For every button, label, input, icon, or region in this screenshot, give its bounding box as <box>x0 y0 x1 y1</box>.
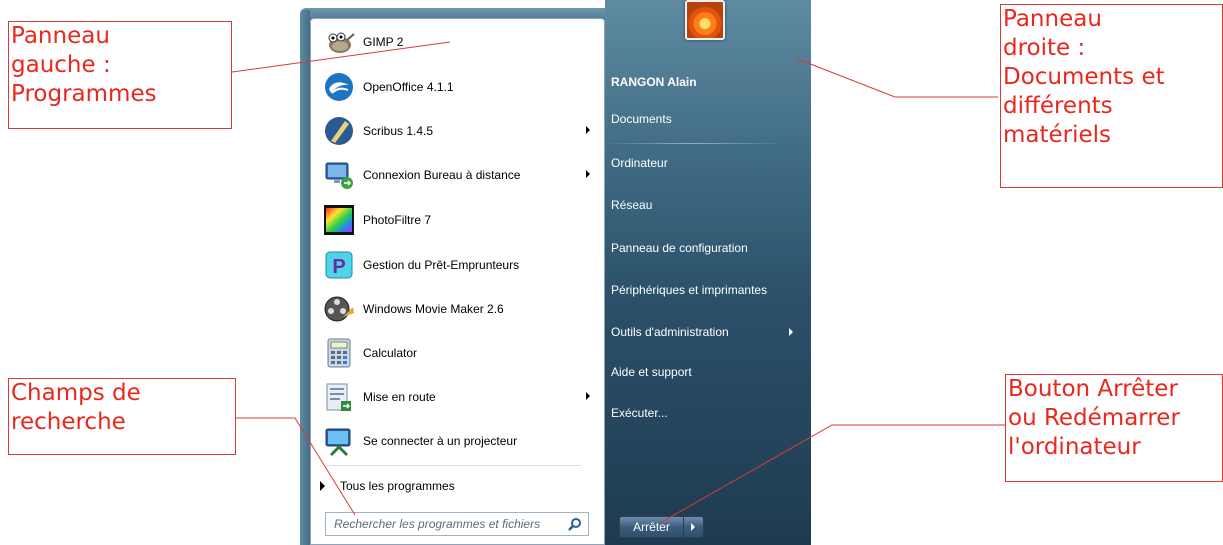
remote-desktop-icon <box>325 162 353 189</box>
shutdown-options-button[interactable] <box>684 516 704 538</box>
right-item-ordinateur[interactable]: Ordinateur <box>611 148 799 178</box>
movie-maker-icon <box>324 296 354 322</box>
expand-arrow-icon <box>320 481 325 491</box>
program-photofiltre[interactable]: PhotoFiltre 7 <box>315 200 600 240</box>
right-item-label: Périphériques et imprimantes <box>611 283 768 297</box>
all-programs-button[interactable]: Tous les programmes <box>320 473 455 499</box>
left-panel-separator <box>326 465 581 466</box>
right-item-label: Documents <box>611 112 672 126</box>
program-projector[interactable]: Se connecter à un projecteur <box>315 421 600 461</box>
right-item-executer[interactable]: Exécuter... <box>611 398 799 428</box>
annotation-shutdown: Bouton Arrêter ou Redémarrer l'ordinateu… <box>1005 374 1223 482</box>
program-label: Scribus 1.4.5 <box>363 124 434 138</box>
annotation-line: Panneau <box>1003 6 1102 32</box>
program-label: Se connecter à un projecteur <box>363 434 518 448</box>
getting-started-icon <box>326 383 351 411</box>
right-panel-separator <box>610 143 775 144</box>
right-item-reseau[interactable]: Réseau <box>611 190 799 220</box>
search-placeholder: Rechercher les programmes et fichiers <box>334 517 541 531</box>
submenu-arrow-icon <box>586 126 590 134</box>
annotation-line: différents <box>1003 93 1113 119</box>
svg-text:P: P <box>332 256 345 278</box>
shutdown-control: Arrêter <box>619 516 720 538</box>
annotation-line: Champs de <box>11 380 141 406</box>
right-item-panneau-configuration[interactable]: Panneau de configuration <box>611 233 799 263</box>
calculator-icon <box>327 338 351 368</box>
right-item-label: Panneau de configuration <box>611 241 748 255</box>
user-picture[interactable] <box>685 0 725 40</box>
right-item-label: Outils d'administration <box>611 325 729 339</box>
annotation-line: matériels <box>1003 122 1112 148</box>
annotation-line: Panneau <box>11 23 110 49</box>
start-menu-frame-left <box>300 10 310 545</box>
annotation-line: gauche : <box>11 52 111 78</box>
program-label: PhotoFiltre 7 <box>363 213 432 227</box>
annotation-line: Documents et <box>1003 64 1165 90</box>
annotation-line: droite : <box>1003 35 1086 61</box>
scribus-icon <box>325 117 353 145</box>
submenu-arrow-icon <box>586 392 590 400</box>
gimp-icon <box>328 32 355 53</box>
program-label: Windows Movie Maker 2.6 <box>363 302 504 316</box>
openoffice-icon <box>325 73 353 101</box>
all-programs-label: Tous les programmes <box>340 479 455 493</box>
submenu-arrow-icon <box>789 328 793 336</box>
program-gimp[interactable]: GIMP 2 <box>315 22 600 62</box>
right-item-peripheriques[interactable]: Périphériques et imprimantes <box>611 275 799 305</box>
annotation-right-panel: Panneau droite : Documents et différents… <box>1000 4 1223 188</box>
program-label: Mise en route <box>363 390 436 404</box>
program-movie-maker[interactable]: Windows Movie Maker 2.6 <box>315 289 600 329</box>
program-pret-emprunteurs[interactable]: P Gestion du Prêt-Emprunteurs <box>315 245 600 285</box>
right-item-documents[interactable]: Documents <box>611 104 799 134</box>
right-item-label: Réseau <box>611 198 653 212</box>
pret-emprunteurs-icon: P <box>325 251 353 279</box>
program-openoffice[interactable]: OpenOffice 4.1.1 <box>315 67 600 107</box>
annotation-left-panel: Panneau gauche : Programmes <box>8 21 232 129</box>
submenu-arrow-icon <box>586 170 590 178</box>
program-remote-desktop[interactable]: Connexion Bureau à distance <box>315 155 600 195</box>
right-item-user[interactable]: RANGON Alain <box>611 67 799 97</box>
program-label: GIMP 2 <box>363 35 404 49</box>
photofiltre-icon <box>324 205 354 235</box>
right-item-label: RANGON Alain <box>611 75 697 89</box>
annotation-line: Programmes <box>11 81 157 107</box>
program-calculator[interactable]: Calculator <box>315 333 600 373</box>
annotation-line: Bouton Arrêter <box>1008 376 1178 402</box>
program-getting-started[interactable]: Mise en route <box>315 377 600 417</box>
program-label: Calculator <box>363 346 418 360</box>
right-item-label: Aide et support <box>611 365 692 379</box>
annotation-line: ou Redémarrer <box>1008 405 1180 431</box>
program-scribus[interactable]: Scribus 1.4.5 <box>315 111 600 151</box>
search-input[interactable]: Rechercher les programmes et fichiers <box>325 512 589 536</box>
shutdown-button[interactable]: Arrêter <box>619 516 684 538</box>
annotation-line: l'ordinateur <box>1008 434 1141 460</box>
annotation-search: Champs de recherche <box>8 378 236 455</box>
line-right-panel <box>794 57 998 98</box>
right-item-label: Exécuter... <box>611 406 668 420</box>
program-label: Connexion Bureau à distance <box>363 168 521 182</box>
right-item-aide-support[interactable]: Aide et support <box>611 357 799 387</box>
start-menu: GIMP 2 OpenOffice 4.1.1 Scribus 1.4.5 Co… <box>300 0 811 545</box>
annotation-line: recherche <box>11 409 126 435</box>
right-item-outils-administration[interactable]: Outils d'administration <box>611 317 799 347</box>
program-label: OpenOffice 4.1.1 <box>363 80 454 94</box>
search-icon <box>568 518 581 531</box>
projector-icon <box>325 428 351 457</box>
right-item-label: Ordinateur <box>611 156 668 170</box>
program-label: Gestion du Prêt-Emprunteurs <box>363 258 520 272</box>
